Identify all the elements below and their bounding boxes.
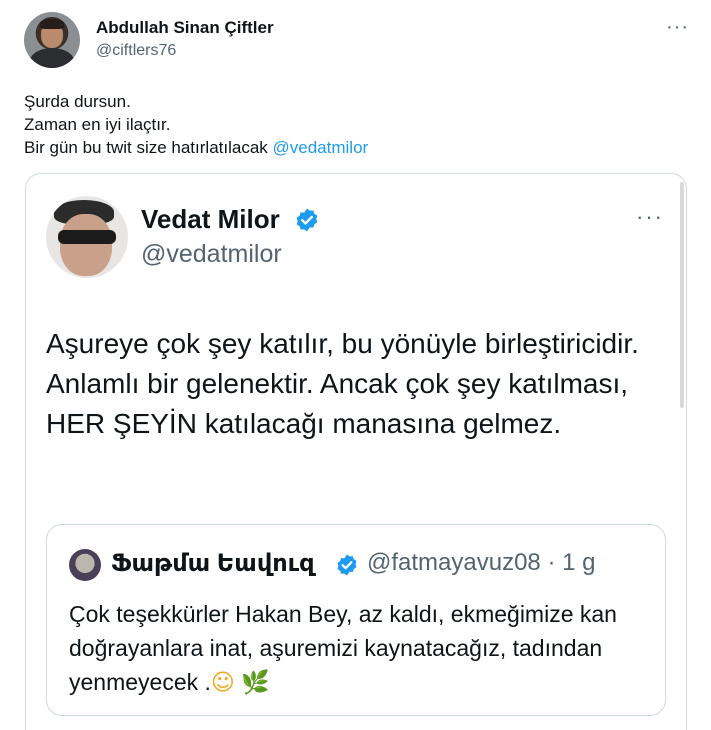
verified-badge-icon: [337, 554, 357, 576]
tweet-text-line: Bir gün bu twit size hatırlatılacak @ved…: [24, 136, 368, 159]
smiling-face-emoji-icon: ☺: [210, 670, 235, 696]
avatar[interactable]: [24, 12, 80, 68]
quoted-author-handle[interactable]: @vedatmilor: [141, 240, 282, 269]
quoted-tweet-text: Aşureye çok şey katılır, bu yönüyle birl…: [46, 328, 639, 439]
nested-author-name[interactable]: Ֆաթմա Եավուզ: [111, 549, 315, 578]
verified-badge-icon: [296, 208, 318, 232]
tweet-text-line-part: Bir gün bu twit size hatırlatılacak: [24, 138, 273, 157]
nested-tweet-text: Çok teşekkürler Hakan Bey, az kaldı, ekm…: [69, 597, 649, 700]
tweet-text-line: Zaman en iyi ilaçtır.: [24, 115, 171, 134]
nested-avatar[interactable]: [69, 549, 101, 581]
nested-tweet-text-body: Çok teşekkürler Hakan Bey, az kaldı, ekm…: [69, 601, 617, 695]
quoted-tweet-card[interactable]: Vedat Milor @vedatmilor ··· Aşureye çok …: [25, 173, 687, 730]
more-options-icon[interactable]: ···: [636, 204, 664, 230]
author-handle[interactable]: @ciftlers76: [96, 42, 176, 60]
more-options-icon[interactable]: ···: [666, 16, 689, 39]
herb-emoji-icon: 🌿: [241, 670, 270, 696]
nested-quoted-tweet-card[interactable]: Ֆաթմա Եավուզ @fatmayavuz08 · 1 g Çok teş…: [46, 524, 666, 716]
tweet-text-line: Şurda dursun.: [24, 92, 131, 111]
scrollbar[interactable]: [680, 182, 684, 408]
mention-link[interactable]: @vedatmilor: [273, 138, 369, 157]
outer-tweet-header: Abdullah Sinan Çiftler @ciftlers76 ···: [24, 12, 693, 70]
nested-author-handle[interactable]: @fatmayavuz08 · 1 g: [367, 549, 595, 577]
author-name[interactable]: Abdullah Sinan Çiftler: [96, 18, 274, 38]
quoted-avatar[interactable]: [46, 196, 128, 278]
quoted-author-name[interactable]: Vedat Milor: [141, 204, 280, 235]
tweet-text: Şurda dursun. Zaman en iyi ilaçtır. Bir …: [24, 90, 368, 159]
